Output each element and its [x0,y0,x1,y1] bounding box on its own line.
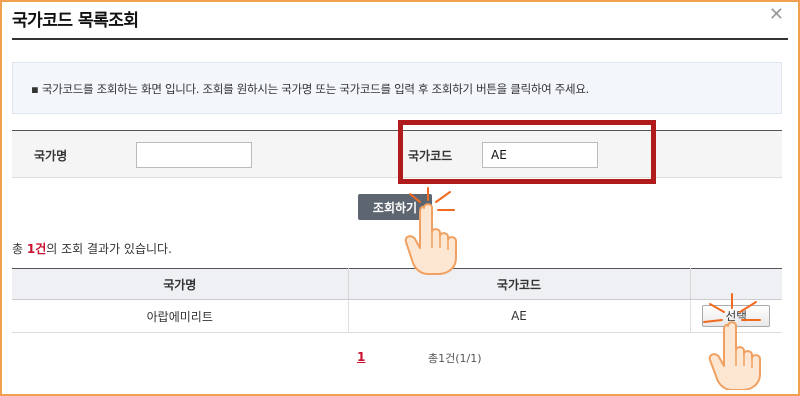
title-divider [12,38,788,40]
country-name-input[interactable] [136,142,252,168]
table-row: 아랍에미리트 AE 선택 [12,299,782,333]
pagination-summary: 총1건(1/1) [428,352,482,365]
search-panel: 국가명 국가코드 [12,130,782,178]
table-header-row: 국가명 국가코드 [12,268,782,300]
header-country-name: 국가명 [12,268,349,300]
result-prefix: 총 [12,242,27,256]
hand-pointer-icon [404,187,457,275]
result-suffix: 의 조회 결과가 있습니다. [46,242,172,256]
hand-pointer-icon [703,293,761,390]
page-link-1[interactable]: 1 [357,350,365,364]
result-count: 1건 [26,242,47,256]
cell-country-name: 아랍에미리트 [12,299,349,333]
cell-country-code: AE [348,299,691,333]
dialog-title: 국가코드 목록조회 [12,11,139,31]
results-table: 국가명 국가코드 아랍에미리트 AE 선택 [12,268,782,333]
info-box: ▪ 국가코드를 조회하는 화면 입니다. 조회를 원하시는 국가명 또는 국가코… [12,62,782,114]
country-name-label: 국가명 [34,149,68,163]
result-summary: 총 1건의 조회 결과가 있습니다. [12,240,172,257]
close-icon[interactable]: ✕ [769,4,784,25]
highlight-box [398,120,656,184]
info-text: ▪ 국가코드를 조회하는 화면 입니다. 조회를 원하시는 국가명 또는 국가코… [31,82,589,96]
